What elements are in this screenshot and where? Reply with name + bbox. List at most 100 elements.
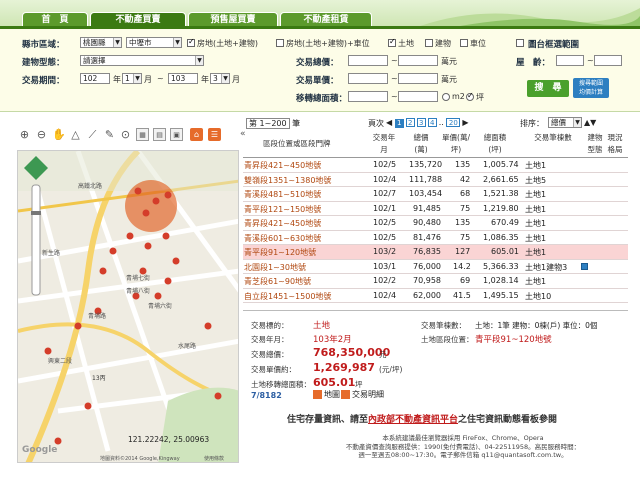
detail-area: 605.01 <box>313 376 356 389</box>
table-row[interactable]: 青平段121~150地號 102/1 91,485 75 1,219.80 土地1 <box>243 202 628 216</box>
chevron-down-icon: ▼ <box>195 56 203 65</box>
sort-select[interactable]: 總價 ▼ <box>548 117 582 128</box>
detail-date: 103年2月 <box>313 335 352 345</box>
tilde: ~ <box>391 56 398 65</box>
print-icon[interactable]: ▣ <box>170 128 183 141</box>
clear-icon[interactable]: ✎ <box>103 128 116 141</box>
col-btype: 建物型態 <box>587 133 603 154</box>
tab-real-estate-sale[interactable]: 不動產買賣 <box>90 12 186 26</box>
platform-link[interactable]: 內政部不動產資訊平台 <box>368 415 458 425</box>
map-label: 興東二段 <box>48 358 73 365</box>
point-icon[interactable]: ⊙ <box>119 128 132 141</box>
month-unit: 月 <box>144 75 152 84</box>
page-button[interactable]: 3 <box>416 118 426 127</box>
next-page-icon[interactable]: ▶ <box>462 118 468 127</box>
total-price-min-input[interactable] <box>348 55 388 66</box>
unit-price-min-input[interactable] <box>348 73 388 84</box>
age-min-input[interactable] <box>556 55 584 66</box>
map-select-checkbox[interactable] <box>516 39 524 47</box>
detail-index: 7/8182 <box>251 391 282 400</box>
footer: 本系統建議最佳瀏覽器採用 FireFox、Chrome、Opera 不動產資價查… <box>306 434 620 460</box>
building-icon[interactable] <box>581 262 588 270</box>
table-row[interactable]: 雙嶺段1351~1380地號 102/4 111,788 42 2,661.65 土地5 <box>243 173 628 187</box>
detail-loc-label: 土地區段位置： <box>421 335 474 344</box>
building-type-select[interactable]: 請選擇 ▼ <box>80 55 204 66</box>
month-to-select[interactable]: 3 ▼ <box>210 73 230 84</box>
sqm-unit: m2 <box>452 92 465 101</box>
map-canvas[interactable] <box>18 151 239 463</box>
slogan: 住宅存量資訊、請至內政部不動產資訊平台之住宅資訊動態看板參閱 <box>287 415 558 425</box>
grid-icon[interactable]: ▤ <box>153 128 166 141</box>
year-to-input[interactable]: 103 <box>168 73 198 84</box>
type-label: 建物 <box>435 39 451 48</box>
average-price-button[interactable]: 搜尋範圍 均價計算 <box>573 78 609 98</box>
tab-rental[interactable]: 不動產租賃 <box>280 12 372 26</box>
map-toolbar: ⊕ ⊖ ✋ △ ⟋ ✎ ⊙ ▦ ▤ ▣ ⌂ ☰ <box>18 128 228 146</box>
map-label: 青埔八街 <box>126 288 151 295</box>
type-land-checkbox[interactable] <box>388 37 396 47</box>
first-page-icon[interactable]: ◀ <box>386 118 392 127</box>
age-max-input[interactable] <box>594 55 622 66</box>
detail-date-label: 交易年月： <box>251 335 289 344</box>
year-unit: 年 <box>201 75 209 84</box>
map-label: 青埔六街 <box>148 303 173 310</box>
layer-icon[interactable]: ▦ <box>136 128 149 141</box>
page-button[interactable]: 2 <box>405 118 415 127</box>
sort-direction-icon[interactable]: ▲▼ <box>584 118 596 127</box>
wan-unit: 萬元 <box>441 75 457 84</box>
area-min-input[interactable] <box>348 91 388 102</box>
detail-button[interactable]: 交易明細 <box>341 389 384 400</box>
building-type-label: 建物型態： <box>22 58 65 68</box>
table-row[interactable]: 青芝段61~90地號 102/2 70,958 69 1,028.14 土地1 <box>243 274 628 289</box>
page-button[interactable]: 1 <box>394 119 404 128</box>
county-select[interactable]: 桃園縣 ▼ <box>80 37 122 48</box>
map-view[interactable]: 高鐵北路 青埔七街 青埔八街 青埔六街 青埔路 新生路 興東二段 水尾路 13丙… <box>17 150 239 463</box>
total-price-max-input[interactable] <box>398 55 438 66</box>
table-row[interactable]: 青昇段421~450地號 102/5 135,720 135 1,005.74 土地1 <box>243 158 628 173</box>
type-parking-checkbox[interactable] <box>460 39 468 47</box>
page-button[interactable]: 4 <box>427 118 437 127</box>
tab-home[interactable]: 首 頁 <box>22 12 88 26</box>
table-row[interactable]: 青溪段601~630地號 102/5 81,476 75 1,086.35 土地1 <box>243 231 628 245</box>
type-house-land-checkbox[interactable] <box>187 37 195 47</box>
detail-loc: 青平段91~120地號 <box>475 335 552 345</box>
home-icon[interactable]: ⌂ <box>190 128 203 141</box>
table-row[interactable]: 自立段1451~1500地號 102/4 62,000 41.5 1,495.15 土地1… <box>243 289 628 303</box>
pan-hand-icon[interactable]: ✋ <box>52 128 66 141</box>
unit-price-max-input[interactable] <box>398 73 438 84</box>
unit-ping-radio[interactable] <box>466 91 474 101</box>
transaction-detail-panel: 交易標的： 土地 交易筆棟數： 土地：1筆 建物：0棟(戶) 車位：0個 交易年… <box>243 310 628 405</box>
map-terms-link[interactable]: 使用條款 <box>204 455 224 462</box>
ping-unit: 坪 <box>476 93 484 102</box>
zoom-out-icon[interactable]: ⊖ <box>35 128 48 141</box>
tilde: ~ <box>587 56 594 65</box>
table-row-selected[interactable]: 青平段91~120地號 103/2 76,835 127 605.01 土地1 <box>243 245 628 260</box>
list-icon[interactable]: ☰ <box>208 128 221 141</box>
type-label: 車位 <box>470 39 486 48</box>
month-from-select[interactable]: 1 ▼ <box>122 73 142 84</box>
measure-icon[interactable]: △ <box>69 128 82 141</box>
header-decoration <box>420 8 640 26</box>
page-button[interactable]: 20 <box>446 118 461 127</box>
tilde: ~ <box>157 74 164 83</box>
detail-unit-unit: (元/坪) <box>379 365 403 374</box>
page-range-select[interactable]: 第 1~200 筆 <box>246 118 300 129</box>
draw-line-icon[interactable]: ⟋ <box>86 128 99 141</box>
year-from-input[interactable]: 102 <box>80 73 110 84</box>
district-select[interactable]: 中壢市 ▼ <box>126 37 182 48</box>
table-row[interactable]: 北園段1~30地號 103/1 76,000 14.2 5,366.33 土地1建物3 <box>243 260 628 274</box>
detail-count: 土地：1筆 建物：0棟(戶) 車位：0個 <box>475 321 598 330</box>
map-road-label: 13丙 <box>92 375 106 382</box>
table-row[interactable]: 青溪段481~510地號 102/7 103,454 68 1,521.38 土地1 <box>243 187 628 202</box>
google-logo: Google <box>22 445 58 455</box>
chevron-down-icon: ▼ <box>573 118 581 127</box>
zoom-in-icon[interactable]: ⊕ <box>18 128 31 141</box>
unit-sqm-radio[interactable] <box>442 93 450 101</box>
tab-presale[interactable]: 預售屋買賣 <box>188 12 278 26</box>
type-building-checkbox[interactable] <box>425 39 433 47</box>
search-button[interactable]: 搜 尋 <box>527 80 569 97</box>
type-house-parking-checkbox[interactable] <box>276 39 284 47</box>
map-button[interactable]: 地圖 <box>313 389 340 400</box>
table-row[interactable]: 青昇段421~450地號 102/5 90,480 135 670.49 土地1 <box>243 216 628 231</box>
area-max-input[interactable] <box>398 91 438 102</box>
